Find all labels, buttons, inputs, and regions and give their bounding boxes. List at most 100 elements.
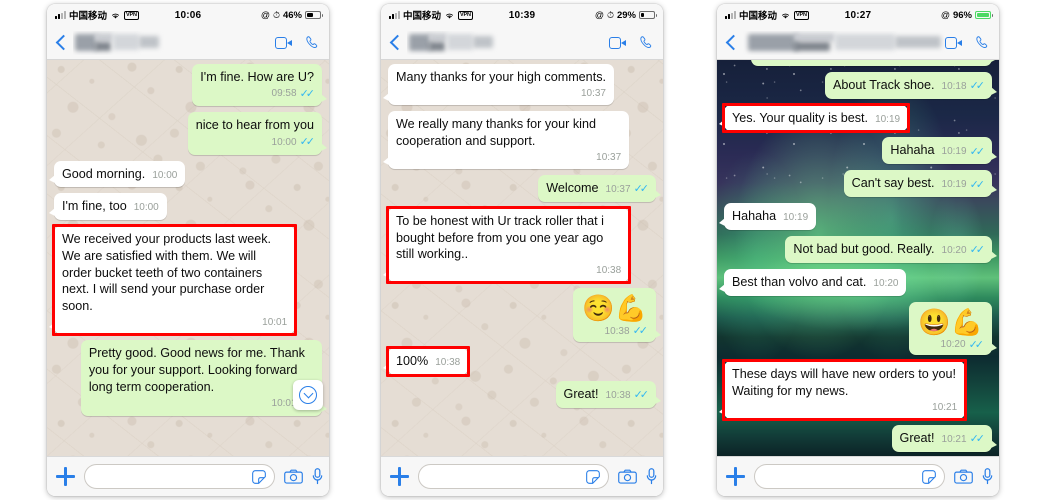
message-time: 10:19 bbox=[783, 212, 809, 224]
message-text-input[interactable] bbox=[96, 469, 251, 484]
contact-name-blurred[interactable] bbox=[743, 31, 945, 55]
camera-icon-wrap[interactable] bbox=[954, 469, 973, 484]
message-bubble[interactable]: 😃💪 10:20 ✓✓ bbox=[909, 301, 997, 356]
message-row: Good morning. 10:00 bbox=[48, 160, 322, 188]
message-text-input[interactable] bbox=[430, 469, 585, 484]
message-bubble[interactable]: Many thanks for your high comments. 10:37 bbox=[383, 64, 614, 106]
message-meta: 10:18✓✓ bbox=[759, 60, 984, 61]
message-bubble[interactable]: Good morning. 10:00 bbox=[48, 160, 186, 188]
read-receipt-icon: ✓✓ bbox=[633, 388, 650, 401]
blurred-contact-name-block bbox=[473, 35, 493, 48]
contact-name-blurred[interactable] bbox=[73, 31, 275, 55]
message-text: Pretty good. Good news for me. Thank you… bbox=[88, 346, 305, 394]
sticker-icon-wrap[interactable] bbox=[251, 469, 267, 485]
message-row: 😃💪 10:20 ✓✓ bbox=[724, 301, 997, 356]
message-bubble[interactable]: Can't say best. 10:19 ✓✓ bbox=[843, 170, 998, 198]
scroll-to-bottom-button[interactable] bbox=[293, 380, 323, 410]
phone-screenshot-2: 中国移动 VPN 10:39 @ ⏱ 29% Many thanks for your hi… bbox=[381, 4, 663, 496]
voice-call-icon-wrap[interactable] bbox=[639, 35, 654, 50]
message-bubble[interactable]: Welcome 10:37 ✓✓ bbox=[538, 174, 661, 202]
message-bubble[interactable]: Great! 10:21 ✓✓ bbox=[891, 425, 998, 452]
message-text: Hahaha bbox=[732, 209, 777, 224]
message-text: We really many thanks for your kind coop… bbox=[396, 117, 596, 148]
message-time: 10:21 bbox=[941, 434, 967, 446]
voice-call-icon[interactable] bbox=[975, 35, 990, 50]
message-bubble[interactable]: We received your products last week. We … bbox=[48, 226, 296, 335]
microphone-icon-wrap[interactable] bbox=[646, 468, 657, 485]
message-input-field[interactable] bbox=[754, 464, 945, 489]
sticker-icon[interactable] bbox=[251, 469, 267, 485]
message-row: Hahaha 10:19 ✓✓ bbox=[724, 137, 997, 165]
contact-name-blurred[interactable] bbox=[407, 31, 609, 55]
message-bubble[interactable]: Pretty good. Good news for me. Thank you… bbox=[80, 340, 328, 416]
message-row: Can't say best. 10:19 ✓✓ bbox=[724, 170, 998, 198]
message-bubble[interactable]: nice to hear from you 10:00 ✓✓ bbox=[187, 112, 328, 155]
back-chevron-icon[interactable] bbox=[390, 34, 401, 52]
message-bubble[interactable]: We really many thanks for your kind coop… bbox=[382, 111, 630, 169]
message-row: Hahaha 10:19 bbox=[718, 203, 992, 231]
message-bubble[interactable]: I'm fine, too 10:00 bbox=[49, 193, 167, 221]
message-bubble[interactable]: ☺️💪 10:38 ✓✓ bbox=[573, 288, 661, 342]
message-meta: 10:38 bbox=[435, 356, 460, 369]
video-call-icon[interactable] bbox=[945, 36, 962, 49]
message-bubble[interactable]: Yes. Your quality is best. 10:19 bbox=[718, 104, 909, 132]
message-meta: 10:20 ✓✓ bbox=[918, 339, 985, 352]
message-bubble[interactable]: To be honest with Ur track roller that i… bbox=[382, 207, 630, 283]
attach-plus-icon[interactable] bbox=[390, 467, 409, 486]
voice-call-icon[interactable] bbox=[639, 35, 654, 50]
message-input-field[interactable] bbox=[418, 464, 609, 489]
message-bubble[interactable]: Great! 10:38 ✓✓ bbox=[555, 380, 662, 408]
message-bubble[interactable]: I'm fine. How are U? 09:58 ✓✓ bbox=[192, 64, 327, 107]
message-bubble[interactable]: Yesterday my customer ordered two contai… bbox=[750, 60, 998, 66]
message-input-bar bbox=[47, 456, 329, 496]
voice-call-icon-wrap[interactable] bbox=[305, 35, 320, 50]
message-bubble[interactable]: 100% 10:38 bbox=[382, 347, 469, 375]
blurred-contact-name-block bbox=[793, 41, 831, 51]
voice-call-icon[interactable] bbox=[305, 35, 320, 50]
message-time: 10:38 bbox=[604, 325, 630, 337]
camera-icon[interactable] bbox=[284, 469, 303, 484]
blurred-contact-name-block bbox=[447, 33, 473, 50]
microphone-icon-wrap[interactable] bbox=[982, 468, 993, 485]
chat-scroll-area[interactable]: I'm fine. How are U? 09:58 ✓✓ nice to hear … bbox=[47, 60, 329, 456]
microphone-icon-wrap[interactable] bbox=[312, 468, 323, 485]
chat-scroll-area[interactable]: Many thanks for your high comments. 10:37… bbox=[381, 60, 663, 456]
chat-scroll-area[interactable]: 10:03✓✓Yesterday my customer ordered two… bbox=[717, 60, 999, 456]
message-bubble[interactable]: These days will have new orders to you! … bbox=[718, 361, 966, 420]
voice-call-icon-wrap[interactable] bbox=[975, 35, 990, 50]
message-time: 10:37 bbox=[596, 151, 622, 163]
video-call-icon[interactable] bbox=[609, 36, 626, 49]
microphone-icon[interactable] bbox=[646, 468, 657, 485]
camera-icon-wrap[interactable] bbox=[618, 469, 637, 484]
message-text-input[interactable] bbox=[766, 469, 921, 484]
status-bar: 中国移动 VPN 10:27 @96% bbox=[717, 4, 999, 26]
blurred-contact-name-block bbox=[409, 33, 431, 51]
message-bubble[interactable]: Hahaha 10:19 ✓✓ bbox=[882, 137, 997, 165]
message-bubble[interactable]: Not bad but good. Really. 10:20 ✓✓ bbox=[785, 236, 997, 263]
video-call-icon[interactable] bbox=[275, 36, 292, 49]
back-chevron-icon[interactable] bbox=[56, 34, 67, 52]
phone-screenshot-3: 中国移动VPN10:27@96% 10:03✓✓Yesterday my cust… bbox=[717, 4, 999, 496]
read-receipt-icon: ✓✓ bbox=[969, 433, 986, 446]
back-chevron-icon[interactable] bbox=[726, 34, 737, 52]
sticker-icon-wrap[interactable] bbox=[921, 469, 937, 485]
camera-icon[interactable] bbox=[954, 469, 973, 484]
sticker-icon-wrap[interactable] bbox=[585, 469, 601, 485]
message-bubble[interactable]: Hahaha 10:19 bbox=[718, 203, 817, 231]
message-row: Many thanks for your high comments. 10:37 bbox=[383, 64, 656, 106]
camera-icon[interactable] bbox=[618, 469, 637, 484]
message-text: ☺️💪 bbox=[582, 293, 647, 324]
message-bubble[interactable]: Best than volvo and cat. 10:20 bbox=[718, 269, 907, 296]
message-list: 10:03✓✓Yesterday my customer ordered two… bbox=[717, 60, 999, 456]
alarm-icon: ⏱ bbox=[606, 9, 614, 20]
message-time: 10:01 bbox=[262, 316, 288, 328]
microphone-icon[interactable] bbox=[982, 468, 993, 485]
message-bubble[interactable]: About Track shoe. 10:18 ✓✓ bbox=[825, 71, 997, 99]
microphone-icon[interactable] bbox=[312, 468, 323, 485]
sticker-icon[interactable] bbox=[921, 469, 937, 485]
message-input-field[interactable] bbox=[84, 464, 275, 489]
attach-plus-icon[interactable] bbox=[726, 467, 745, 486]
camera-icon-wrap[interactable] bbox=[284, 469, 303, 484]
attach-plus-icon[interactable] bbox=[56, 467, 75, 486]
sticker-icon[interactable] bbox=[585, 469, 601, 485]
